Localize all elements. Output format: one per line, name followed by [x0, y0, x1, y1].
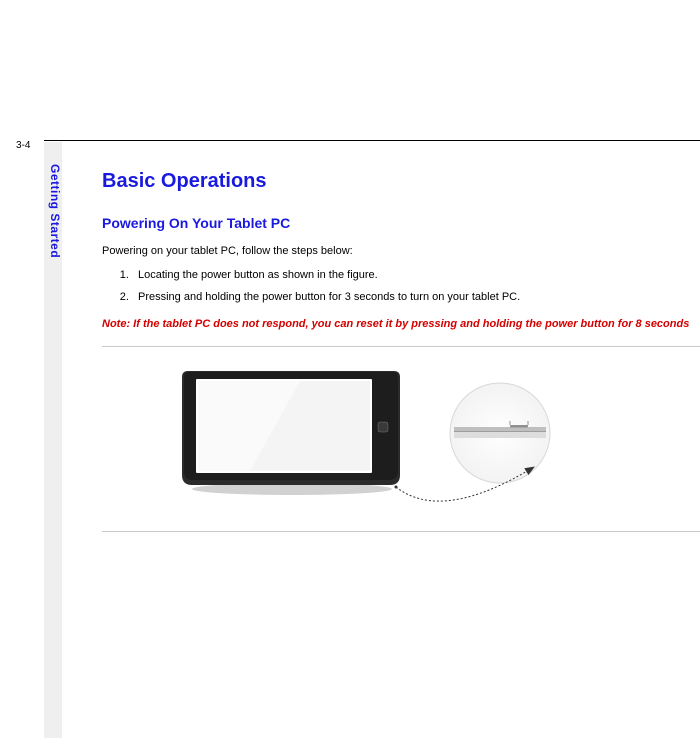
steps-list: Locating the power button as shown in th…	[102, 269, 700, 303]
divider	[102, 531, 700, 532]
page-number: 3-4	[16, 140, 30, 151]
step-item: Pressing and holding the power button fo…	[132, 291, 700, 303]
heading-basic-operations: Basic Operations	[102, 170, 700, 193]
top-rule	[0, 140, 700, 141]
divider	[102, 346, 700, 347]
intro-text: Powering on your tablet PC, follow the s…	[102, 245, 700, 257]
callout-arrow	[102, 363, 662, 523]
subheading-powering-on: Powering On Your Tablet PC	[102, 215, 700, 231]
figure-power-button	[102, 363, 662, 523]
step-item: Locating the power button as shown in th…	[132, 269, 700, 281]
document-page: 3-4 Getting Started Basic Operations Pow…	[0, 0, 700, 738]
section-side-label: Getting Started	[44, 164, 62, 258]
warning-note: Note: If the tablet PC does not respond,…	[102, 313, 700, 336]
main-content: Basic Operations Powering On Your Tablet…	[102, 170, 700, 548]
